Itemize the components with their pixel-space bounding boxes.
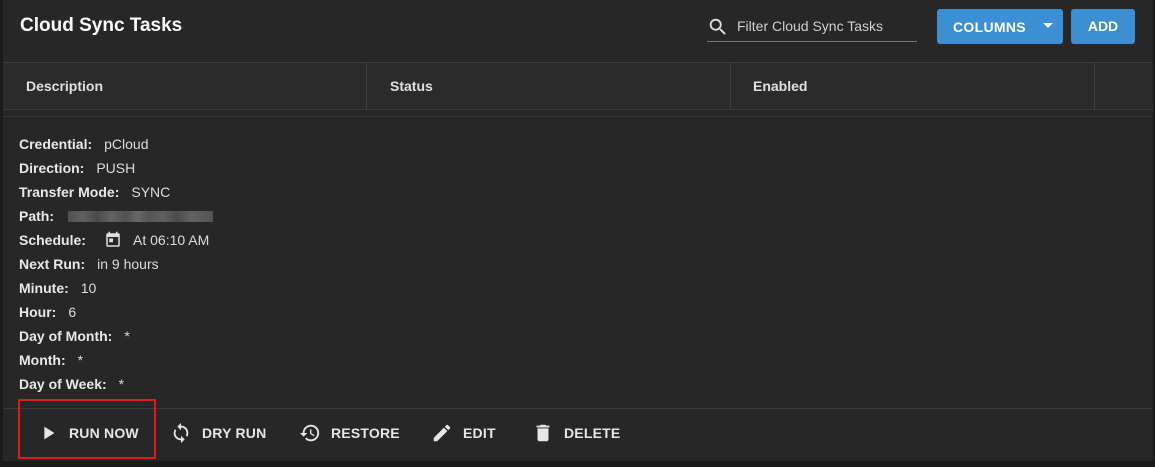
detail-key: Next Run: — [19, 256, 86, 272]
column-divider — [1094, 63, 1095, 110]
delete-button[interactable]: DELETE — [532, 419, 620, 447]
columns-button[interactable]: COLUMNS — [937, 9, 1063, 44]
delete-label: DELETE — [564, 425, 621, 441]
detail-value: 10 — [80, 280, 97, 296]
detail-row-schedule: Schedule: At 06:10 AM — [19, 230, 239, 250]
calendar-icon — [106, 231, 120, 247]
detail-row-day-of-week: Day of Week: * — [19, 374, 124, 394]
detail-row-direction: Direction: PUSH — [19, 158, 135, 178]
detail-key: Month: — [19, 352, 66, 368]
detail-row-credential: Credential: pCloud — [19, 134, 149, 154]
caret-down-icon[interactable] — [1043, 22, 1053, 30]
redacted-path — [68, 211, 213, 222]
column-header-enabled[interactable]: Enabled — [730, 63, 1094, 110]
detail-key: Day of Month: — [19, 328, 113, 344]
detail-value: 6 — [68, 304, 77, 320]
card-header: Cloud Sync Tasks COLUMNS ADD — [3, 0, 1153, 62]
columns-button-label: COLUMNS — [953, 19, 1026, 35]
detail-key: Credential: — [19, 136, 93, 152]
page-title: Cloud Sync Tasks — [20, 15, 183, 36]
detail-value: * — [77, 352, 84, 368]
search-input[interactable] — [737, 15, 915, 37]
detail-value: in 9 hours — [97, 256, 159, 272]
search-icon — [709, 18, 726, 35]
detail-value: At 06:10 AM — [133, 232, 210, 248]
pencil-icon — [433, 424, 451, 442]
divider — [3, 408, 1153, 409]
divider — [3, 116, 1153, 117]
cloud-sync-card: Cloud Sync Tasks COLUMNS ADD Description… — [3, 0, 1153, 461]
search-box — [707, 12, 917, 42]
detail-row-path: Path: — [19, 206, 239, 226]
detail-value: * — [118, 376, 125, 392]
detail-key: Direction: — [19, 160, 85, 176]
table-header: Description Status Enabled — [3, 62, 1153, 110]
detail-key: Transfer Mode: — [19, 184, 120, 200]
detail-value: SYNC — [131, 184, 171, 200]
detail-key: Day of Week: — [19, 376, 107, 392]
trash-icon — [536, 424, 550, 442]
detail-key: Minute: — [19, 280, 69, 296]
edit-button[interactable]: EDIT — [431, 419, 496, 447]
restore-button[interactable]: RESTORE — [299, 419, 400, 447]
detail-row-transfer-mode: Transfer Mode: SYNC — [19, 182, 170, 202]
dry-run-button[interactable]: DRY RUN — [170, 419, 266, 447]
edit-label: EDIT — [463, 425, 496, 441]
add-button[interactable]: ADD — [1071, 9, 1135, 44]
detail-key: Hour: — [19, 304, 57, 320]
column-header-status[interactable]: Status — [367, 63, 730, 110]
detail-key: Path: — [19, 208, 54, 224]
detail-value: * — [124, 328, 130, 344]
detail-row-month: Month: * — [19, 350, 83, 370]
detail-row-next-run: Next Run: in 9 hours — [19, 254, 159, 274]
run-now-highlight-box — [18, 399, 156, 459]
dry-run-label: DRY RUN — [202, 425, 267, 441]
detail-key: Schedule: — [19, 232, 86, 248]
detail-row-day-of-month: Day of Month: * — [19, 326, 130, 346]
column-header-description[interactable]: Description — [3, 63, 366, 110]
restore-label: RESTORE — [331, 425, 400, 441]
detail-value: PUSH — [96, 160, 136, 176]
sync-icon — [173, 422, 189, 444]
detail-row-hour: Hour: 6 — [19, 302, 76, 322]
detail-value: pCloud — [104, 136, 149, 152]
detail-row-minute: Minute: 10 — [19, 278, 96, 298]
history-icon — [299, 424, 320, 442]
